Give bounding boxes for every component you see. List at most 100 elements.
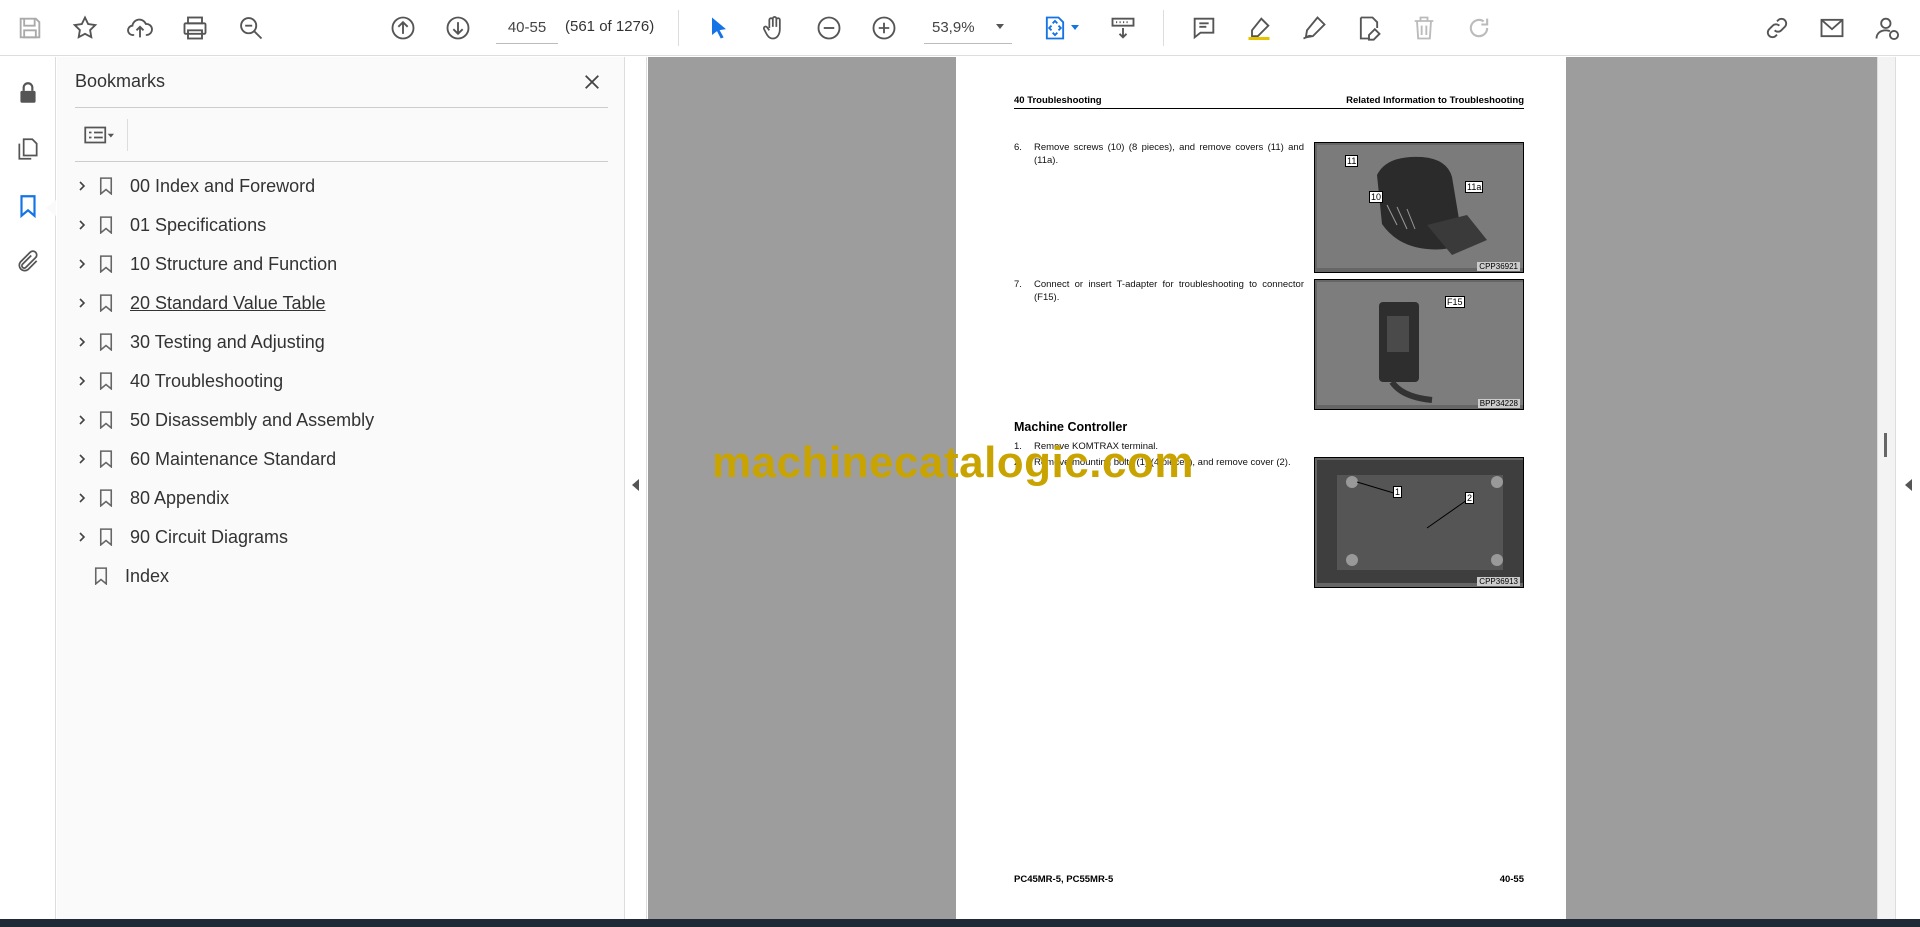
edit-text-icon[interactable] <box>1351 10 1387 46</box>
select-cursor-icon[interactable] <box>701 10 737 46</box>
highlighter-icon[interactable] <box>1241 10 1277 46</box>
callout-label: 2 <box>1465 492 1475 504</box>
collapse-panel-icon[interactable] <box>632 479 639 491</box>
footer-right: 40-55 <box>1499 874 1524 885</box>
figure-photo <box>1317 460 1523 583</box>
zoom-search-icon[interactable] <box>233 10 269 46</box>
bookmark-icon <box>95 526 117 548</box>
bookmark-item[interactable]: 00 Index and Foreword <box>57 167 625 206</box>
taskbar-strip <box>0 919 1920 927</box>
lock-icon[interactable] <box>10 75 46 111</box>
star-icon[interactable] <box>67 10 103 46</box>
bookmark-item[interactable]: 20 Standard Value Table <box>57 284 625 323</box>
chevron-right-icon[interactable] <box>71 214 93 236</box>
chevron-right-icon[interactable] <box>71 331 93 353</box>
main-toolbar: 40-55 (561 of 1276) 53,9% <box>0 0 1920 56</box>
bookmark-item[interactable]: 60 Maintenance Standard <box>57 440 625 479</box>
print-icon[interactable] <box>177 10 213 46</box>
next-page-icon[interactable] <box>440 10 476 46</box>
figure-code: CPP36913 <box>1477 577 1520 586</box>
step-text: Remove screws (10) (8 pieces), and remov… <box>1034 142 1304 166</box>
figure-code: CPP36921 <box>1477 262 1520 271</box>
chevron-right-icon[interactable] <box>71 175 93 197</box>
chevron-right-icon[interactable] <box>71 370 93 392</box>
panel-title: Bookmarks <box>75 71 166 91</box>
bookmark-icon <box>95 370 117 392</box>
step-number: 6. <box>1014 142 1022 153</box>
comment-icon[interactable] <box>1186 10 1222 46</box>
bookmark-label: 40 Troubleshooting <box>130 371 284 391</box>
email-icon[interactable] <box>1814 10 1850 46</box>
fit-page-icon[interactable] <box>1037 10 1073 46</box>
bookmark-item[interactable]: 10 Structure and Function <box>57 245 625 284</box>
bookmark-label: Index <box>125 566 170 586</box>
connector-photo-icon <box>1317 282 1523 405</box>
instruction-step: 6. Remove screws (10) (8 pieces), and re… <box>1014 141 1304 171</box>
callout-label: 11 <box>1345 155 1359 167</box>
chevron-right-icon[interactable] <box>71 526 93 548</box>
bookmark-item[interactable]: 50 Disassembly and Assembly <box>57 401 625 440</box>
toolbar-divider <box>1163 10 1164 46</box>
hand-tool-icon[interactable] <box>756 10 792 46</box>
bookmark-icon <box>95 487 117 509</box>
figure-code: BPP34228 <box>1477 399 1520 408</box>
user-account-icon[interactable] <box>1869 10 1905 46</box>
controller-photo-icon <box>1317 460 1523 583</box>
share-link-icon[interactable] <box>1759 10 1795 46</box>
zoom-out-icon[interactable] <box>811 10 847 46</box>
bookmarks-panel: Bookmarks 00 Index and Foreword 01 Speci… <box>57 57 625 919</box>
chevron-down-icon[interactable] <box>1071 25 1079 30</box>
bookmark-item[interactable]: 40 Troubleshooting <box>57 362 625 401</box>
section-heading: Machine Controller <box>1014 420 1128 434</box>
bookmark-panel-icon[interactable] <box>10 188 46 224</box>
pdf-page: 40 Troubleshooting Related Information t… <box>956 57 1566 919</box>
bookmark-tree: 00 Index and Foreword 01 Specifications … <box>57 167 625 596</box>
scroll-mode-icon[interactable] <box>1105 10 1141 46</box>
close-icon[interactable] <box>577 67 607 97</box>
figure-image: F15 BPP34228 <box>1314 279 1524 410</box>
bookmark-item[interactable]: Index <box>57 557 625 596</box>
page-thumbnails-icon[interactable] <box>10 131 46 167</box>
active-indicator <box>46 200 56 216</box>
bookmark-item[interactable]: 90 Circuit Diagrams <box>57 518 625 557</box>
scrollbar-thumb[interactable] <box>1884 433 1887 457</box>
expand-right-panel-icon[interactable] <box>1905 479 1912 491</box>
chevron-right-icon[interactable] <box>71 292 93 314</box>
bookmark-label: 00 Index and Foreword <box>130 176 316 196</box>
page-number-input[interactable]: 40-55 <box>496 12 558 44</box>
delete-icon[interactable] <box>1406 10 1442 46</box>
document-viewport[interactable]: 40 Troubleshooting Related Information t… <box>648 57 1877 919</box>
header-right: Related Information to Troubleshooting <box>1346 95 1524 106</box>
bookmark-label: 60 Maintenance Standard <box>130 449 337 469</box>
previous-page-icon[interactable] <box>385 10 421 46</box>
chevron-down-icon[interactable] <box>996 24 1004 29</box>
bookmark-options-button[interactable] <box>75 119 123 151</box>
divider <box>75 107 608 108</box>
chevron-right-icon[interactable] <box>71 487 93 509</box>
callout-label: 11a <box>1465 181 1484 193</box>
page-header: 40 Troubleshooting Related Information t… <box>1014 95 1524 109</box>
panel-splitter[interactable] <box>625 57 647 919</box>
bookmark-label: 01 Specifications <box>130 215 267 235</box>
chevron-right-icon[interactable] <box>71 409 93 431</box>
upload-cloud-icon[interactable] <box>122 10 158 46</box>
bookmark-item[interactable]: 80 Appendix <box>57 479 625 518</box>
save-icon[interactable] <box>12 10 48 46</box>
chevron-right-icon[interactable] <box>71 253 93 275</box>
page-count: (561 of 1276) <box>565 18 655 35</box>
vertical-scrollbar[interactable] <box>1877 57 1895 919</box>
bookmark-label: 50 Disassembly and Assembly <box>130 410 375 430</box>
bookmark-item[interactable]: 01 Specifications <box>57 206 625 245</box>
left-nav-rail <box>0 57 56 919</box>
redo-icon[interactable] <box>1461 10 1497 46</box>
chevron-right-icon[interactable] <box>71 448 93 470</box>
draw-pen-icon[interactable] <box>1296 10 1332 46</box>
bookmark-icon <box>95 175 117 197</box>
attachment-icon[interactable] <box>10 244 46 280</box>
instruction-step: 7. Connect or insert T-adapter for troub… <box>1014 278 1304 308</box>
callout-label: 1 <box>1393 486 1403 498</box>
zoom-in-icon[interactable] <box>866 10 902 46</box>
divider <box>75 161 608 162</box>
bookmark-item[interactable]: 30 Testing and Adjusting <box>57 323 625 362</box>
watermark-text: machinecatalogic.com <box>712 438 1194 487</box>
